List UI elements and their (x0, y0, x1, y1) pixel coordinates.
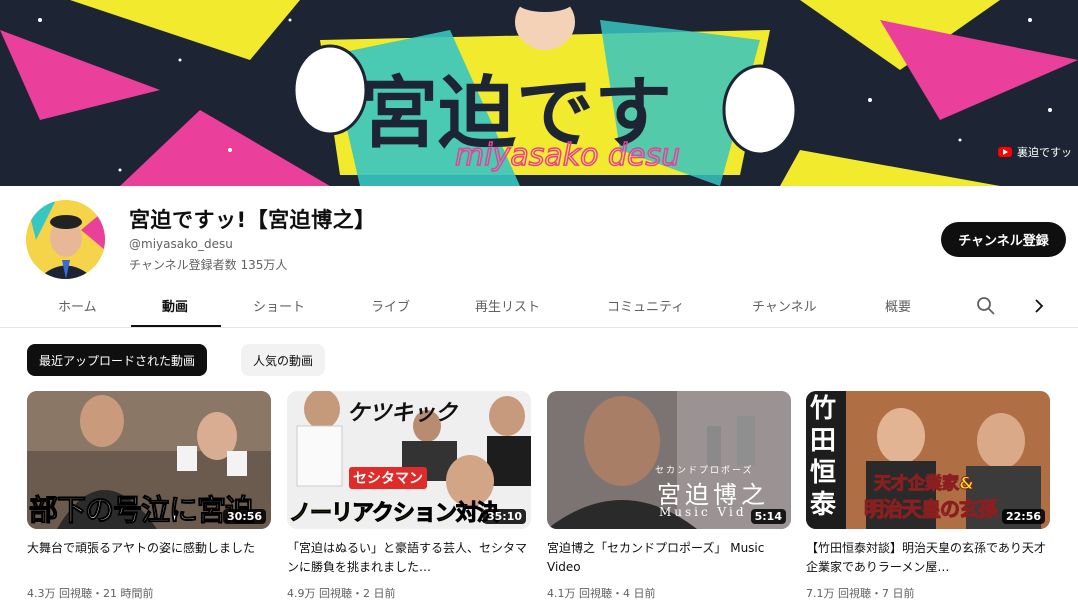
video-card[interactable]: ケツキック セシタマン ノーリアクション対決 35:10 「宮迫はぬるい」と豪語… (287, 391, 531, 601)
active-tab-indicator (131, 325, 221, 327)
thumbnail-badge: セシタマン (349, 467, 427, 489)
thumbnail-subcaption: 天才企業家& (874, 474, 975, 495)
video-thumbnail[interactable]: セカンドプロポーズ 宮迫博之 Music Vid 5:14 (547, 391, 791, 529)
video-card[interactable]: 部下の号泣に宮迫に 30:56 大舞台で頑張るアヤトの姿に感動しました 4.3万… (27, 391, 271, 601)
tab-videos[interactable]: 動画 (162, 296, 188, 315)
tab-shorts[interactable]: ショート (253, 296, 305, 315)
tab-home[interactable]: ホーム (58, 296, 97, 315)
banner-artwork: 宮迫です miyasako desu (0, 0, 1078, 186)
video-title[interactable]: 「宮迫はぬるい」と豪語する芸人、セシタマンに勝負を挑まれました… (287, 539, 531, 577)
thumbnail-tagline: Music Vid (659, 505, 747, 519)
chevron-right-icon[interactable] (1032, 297, 1046, 315)
video-duration: 35:10 (482, 509, 526, 524)
subscriber-count: チャンネル登録者数 135万人 (129, 258, 288, 272)
video-thumbnail[interactable]: 竹田恒泰 天才企業家& 明治天皇の玄孫 22:56 (806, 391, 1050, 529)
chip-recent-uploads[interactable]: 最近アップロードされた動画 (27, 344, 208, 376)
youtube-icon (998, 147, 1012, 157)
video-card[interactable]: セカンドプロポーズ 宮迫博之 Music Vid 5:14 宮迫博之「セカンドプ… (547, 391, 791, 601)
thumbnail-side-text: 竹田恒泰 (810, 394, 837, 520)
svg-text:miyasako desu: miyasako desu (455, 138, 680, 173)
video-meta: 4.1万 回視聴・4 日前 (547, 587, 656, 600)
banner-link[interactable]: 裏迫ですッ (998, 144, 1072, 160)
video-meta: 7.1万 回視聴・7 日前 (806, 587, 915, 600)
video-thumbnail[interactable]: 部下の号泣に宮迫に 30:56 (27, 391, 271, 529)
tab-live[interactable]: ライブ (371, 296, 410, 315)
tab-channels[interactable]: チャンネル (752, 296, 817, 315)
channel-name: 宮迫ですッ!【宮迫博之】 (129, 208, 376, 232)
video-duration: 5:14 (750, 509, 786, 524)
thumbnail-caption: ノーリアクション対決 (289, 501, 500, 527)
video-duration: 22:56 (1001, 509, 1045, 524)
video-title[interactable]: 【竹田恒泰対談】明治天皇の玄孫であり天才企業家でありラーメン屋… (806, 539, 1050, 577)
tab-playlists[interactable]: 再生リスト (475, 296, 540, 315)
video-card[interactable]: 竹田恒泰 天才企業家& 明治天皇の玄孫 22:56 【竹田恒泰対談】明治天皇の玄… (806, 391, 1050, 601)
thumbnail-caption: 明治天皇の玄孫 (864, 497, 999, 522)
tab-community[interactable]: コミュニティ (607, 296, 684, 315)
video-thumbnail[interactable]: ケツキック セシタマン ノーリアクション対決 35:10 (287, 391, 531, 529)
channel-handle: @miyasako_desu (129, 237, 233, 251)
channel-banner: 宮迫です miyasako desu 裏迫ですッ (0, 0, 1078, 186)
search-icon[interactable] (976, 296, 996, 316)
channel-avatar[interactable] (26, 200, 105, 279)
tab-about[interactable]: 概要 (885, 296, 911, 315)
video-title[interactable]: 宮迫博之「セカンドプロポーズ」 Music Video (547, 539, 791, 577)
video-meta: 4.3万 回視聴・21 時間前 (27, 587, 154, 600)
channel-tabs: ホーム 動画 ショート ライブ 再生リスト コミュニティ チャンネル 概要 (0, 280, 1078, 328)
subscribe-button[interactable]: チャンネル登録 (941, 222, 1066, 257)
video-meta: 4.9万 回視聴・2 日前 (287, 587, 396, 600)
thumbnail-text-top: ケツキック (347, 401, 458, 426)
chip-popular[interactable]: 人気の動画 (241, 344, 326, 376)
banner-link-label: 裏迫ですッ (1017, 146, 1072, 159)
video-title[interactable]: 大舞台で頑張るアヤトの姿に感動しました (27, 539, 271, 577)
video-duration: 30:56 (222, 509, 266, 524)
